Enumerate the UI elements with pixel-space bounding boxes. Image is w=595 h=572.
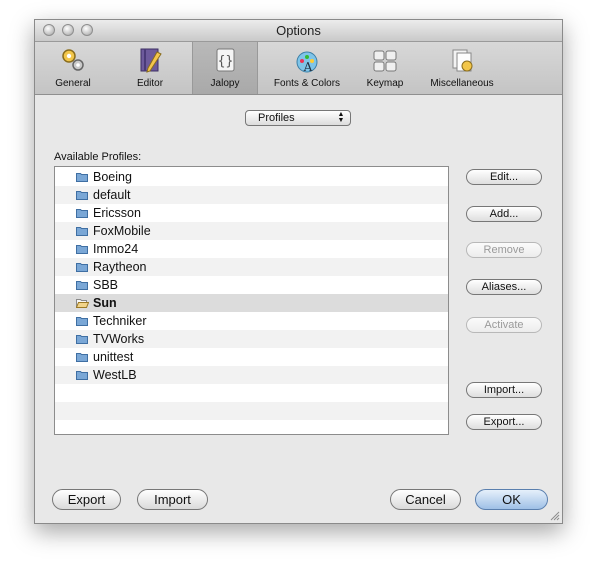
profile-item-techniker[interactable]: Techniker — [55, 312, 448, 330]
window-title: Options — [276, 23, 321, 38]
profile-name: WestLB — [93, 368, 137, 382]
folder-icon — [76, 227, 88, 236]
profile-item-unittest[interactable]: unittest — [55, 348, 448, 366]
toolbar-item-editor[interactable]: Editor — [120, 42, 180, 94]
resize-grip-icon[interactable] — [550, 511, 560, 521]
keyboard-icon — [373, 50, 397, 72]
export-profile-button[interactable]: Export... — [466, 414, 542, 430]
profile-name: Immo24 — [93, 242, 139, 256]
activate-button[interactable]: Activate — [466, 317, 542, 333]
popup-arrows-icon: ▲ ▼ — [337, 111, 345, 124]
empty-row — [55, 420, 448, 434]
available-profiles-label: Available Profiles: — [54, 151, 142, 163]
export-button[interactable]: Export — [52, 489, 121, 510]
folder-icon — [76, 281, 88, 290]
profile-item-boeing[interactable]: Boeing — [55, 168, 448, 186]
add-button[interactable]: Add... — [466, 206, 542, 222]
profile-item-immo24[interactable]: Immo24 — [55, 240, 448, 258]
options-window: Options General Editor {} Jalopy A Fonts… — [34, 19, 563, 524]
profiles-popup-value: Profiles — [258, 112, 295, 124]
profile-name: default — [93, 188, 131, 202]
folder-icon — [76, 245, 88, 254]
braces-document-icon: {} — [216, 48, 235, 72]
toolbar-label-keymap: Keymap — [366, 78, 404, 89]
profile-name: SBB — [93, 278, 119, 292]
profile-name: Ericsson — [93, 206, 141, 220]
toolbar-item-general[interactable]: General — [43, 42, 103, 94]
import-button[interactable]: Import — [137, 489, 208, 510]
folder-icon — [76, 371, 88, 380]
toolbar-label-miscellaneous: Miscellaneous — [430, 78, 494, 89]
profile-name: Raytheon — [93, 260, 147, 274]
profile-item-westlb[interactable]: WestLB — [55, 366, 448, 384]
remove-button[interactable]: Remove — [466, 242, 542, 258]
toolbar-label-general: General — [55, 78, 91, 89]
folder-icon — [76, 263, 88, 272]
empty-row — [55, 384, 448, 402]
gears-icon — [62, 49, 84, 71]
svg-text:{}: {} — [218, 54, 234, 69]
profile-item-sbb[interactable]: SBB — [55, 276, 448, 294]
preferences-toolbar: General Editor {} Jalopy A Fonts & Color… — [35, 42, 562, 95]
profile-name: FoxMobile — [93, 224, 151, 238]
toolbar-item-miscellaneous[interactable]: Miscellaneous — [422, 42, 502, 94]
misc-documents-icon — [452, 49, 473, 72]
cancel-button[interactable]: Cancel — [390, 489, 461, 510]
profile-name: TVWorks — [93, 332, 145, 346]
profile-name: Sun — [93, 296, 117, 310]
folder-icon — [76, 209, 88, 218]
profile-name: Techniker — [93, 314, 147, 328]
font-palette-icon: A — [296, 51, 318, 74]
profile-name: unittest — [93, 350, 134, 364]
profile-name: Boeing — [93, 170, 132, 184]
svg-text:A: A — [303, 60, 313, 74]
folder-icon — [76, 191, 88, 200]
profile-item-sun[interactable]: Sun — [55, 294, 448, 312]
profile-item-tvworks[interactable]: TVWorks — [55, 330, 448, 348]
toolbar-label-fonts-colors: Fonts & Colors — [273, 78, 341, 89]
toolbar-item-keymap[interactable]: Keymap — [357, 42, 413, 94]
folder-icon — [76, 335, 88, 344]
profiles-popup[interactable]: Profiles ▲ ▼ — [245, 110, 351, 126]
pencil-notebook-icon — [140, 48, 162, 73]
folder-icon — [76, 173, 88, 182]
title-bar[interactable]: Options — [35, 20, 562, 42]
import-profile-button[interactable]: Import... — [466, 382, 542, 398]
edit-button[interactable]: Edit... — [466, 169, 542, 185]
profile-item-default[interactable]: default — [55, 186, 448, 204]
empty-row — [55, 402, 448, 420]
folder-icon — [76, 353, 88, 362]
profile-item-raytheon[interactable]: Raytheon — [55, 258, 448, 276]
profiles-list[interactable]: Boeing default Ericsson FoxMobile Immo24… — [54, 166, 449, 435]
toolbar-item-jalopy[interactable]: {} Jalopy — [192, 42, 258, 94]
open-folder-icon — [76, 299, 89, 308]
toolbar-label-editor: Editor — [136, 78, 164, 89]
aliases-button[interactable]: Aliases... — [466, 279, 542, 295]
profile-item-ericsson[interactable]: Ericsson — [55, 204, 448, 222]
toolbar-label-jalopy: Jalopy — [210, 78, 240, 89]
folder-icon — [76, 317, 88, 326]
profile-item-foxmobile[interactable]: FoxMobile — [55, 222, 448, 240]
toolbar-item-fonts-colors[interactable]: A Fonts & Colors — [268, 42, 346, 94]
ok-button[interactable]: OK — [475, 489, 548, 510]
